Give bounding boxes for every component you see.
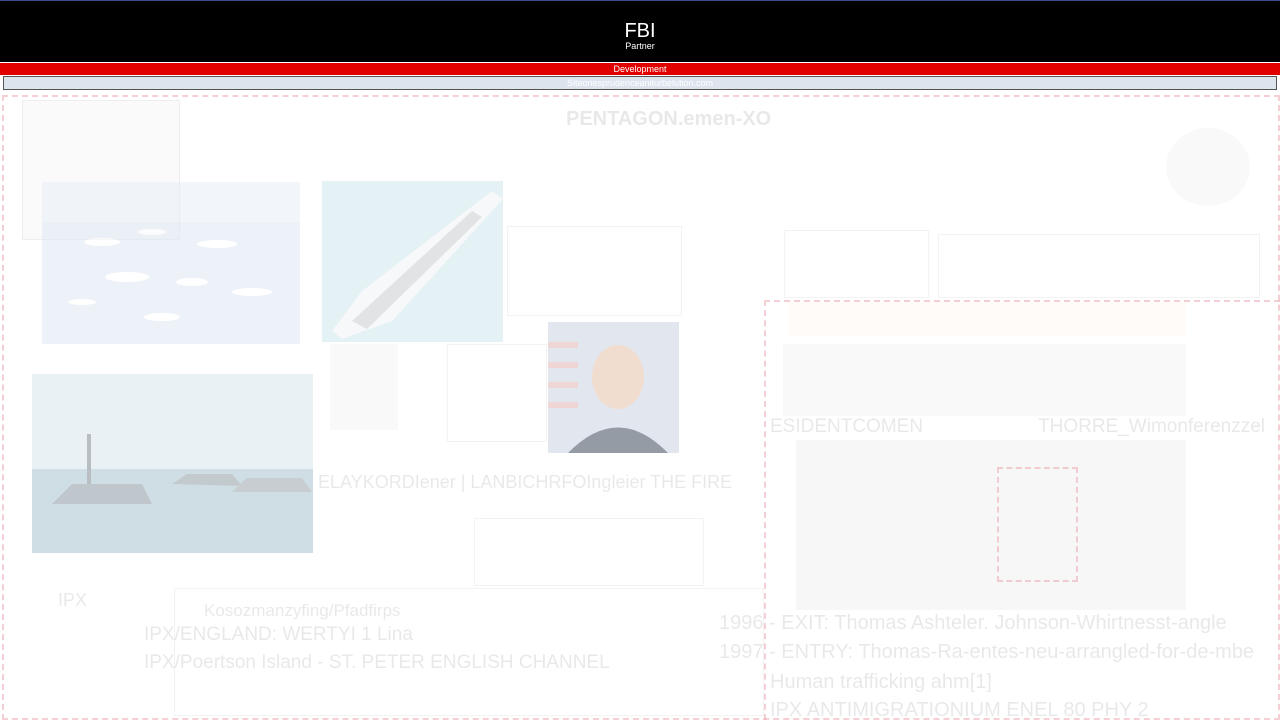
right-label-1: ESIDENTCOMEN xyxy=(770,416,924,437)
faded-panel-b xyxy=(784,230,929,298)
faded-image-small xyxy=(330,344,398,430)
timeline-line-4: IPX ANTIMIGRATIONIUM ENEL 80 PHY 2 xyxy=(770,699,1149,720)
aircraft-carrier-photo xyxy=(322,181,503,342)
caption-line: ELAYKORDIener | LANBICHRFOIngleier THE F… xyxy=(318,472,733,492)
faded-scene-image xyxy=(796,440,1186,610)
info-line-2: IPX/Poertson Island - ST. PETER ENGLISH … xyxy=(144,652,610,673)
info-line-1: IPX/ENGLAND: WERTYI 1 Lina xyxy=(144,624,413,645)
fleet-photo xyxy=(42,182,300,344)
warships-photo xyxy=(32,374,313,553)
timeline-line-1: 1996 - EXIT: Thomas Ashteler. Johnson-Wh… xyxy=(719,612,1227,634)
portrait-photo xyxy=(548,322,679,453)
faded-panel-a xyxy=(507,226,682,316)
ipx-label: IPX xyxy=(58,590,88,610)
faded-strip xyxy=(788,300,1186,336)
faded-panel-e xyxy=(474,518,704,586)
development-banner: Development xyxy=(0,63,1280,75)
inner-dashed-box xyxy=(997,467,1078,582)
section-heading: Kosozmanzyfing/Pfadfirps xyxy=(204,601,401,620)
page-title: PENTAGON.emen-XO xyxy=(566,108,772,130)
right-label-2: THORRE_Wimonferenzzel xyxy=(1038,416,1265,437)
faded-panel-c xyxy=(938,234,1260,298)
faded-dark-bar xyxy=(783,344,1186,416)
timeline-line-2: 1997 - ENTRY: Thomas-Ra-entes-neu-arrang… xyxy=(719,641,1255,663)
faded-panel-d xyxy=(447,344,547,442)
timeline-line-3: Human trafficking ahm[1] xyxy=(770,671,992,693)
faded-emblem xyxy=(1166,128,1250,206)
brand-subtitle: Partner xyxy=(625,41,655,51)
brand-title: FBI xyxy=(624,20,656,42)
site-link-bar[interactable]: Siteonesprudenceaniturbelution.com xyxy=(3,76,1277,90)
